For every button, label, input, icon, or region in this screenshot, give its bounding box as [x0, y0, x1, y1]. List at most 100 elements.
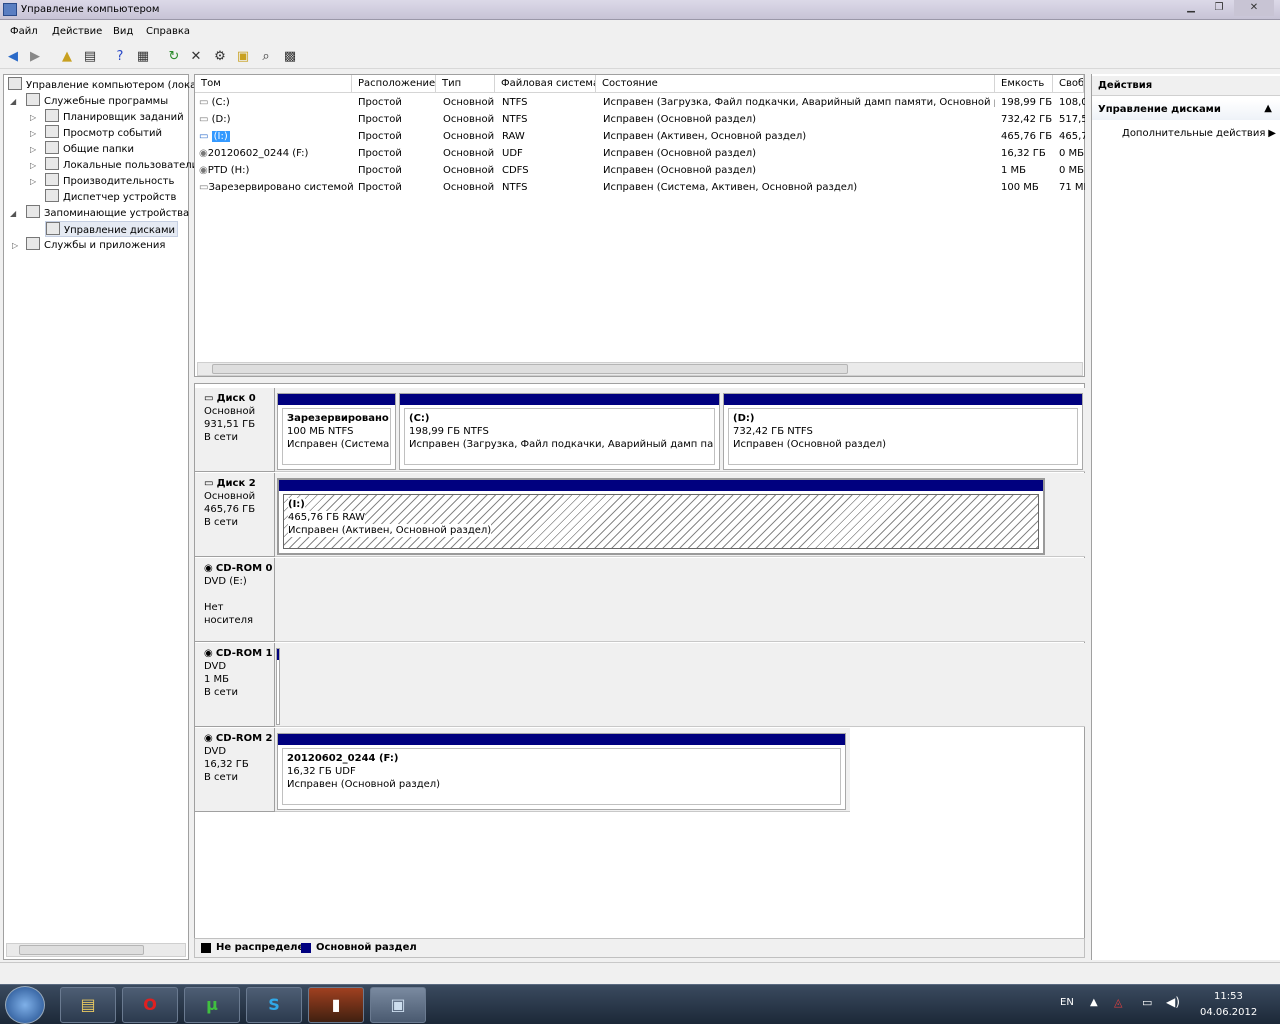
menu-file[interactable]: Файл	[10, 26, 38, 37]
taskbar-opera-icon[interactable]: O	[122, 987, 178, 1023]
clock-time[interactable]: 11:53	[1214, 991, 1243, 1002]
cdrom-1-label[interactable]: ◉ CD-ROM 1 DVD 1 МБ В сети	[195, 643, 275, 727]
column-header-type[interactable]: Тип	[436, 75, 495, 93]
tray-expand-icon[interactable]: ▲	[1090, 997, 1098, 1008]
delete-icon[interactable]: ✕	[187, 48, 205, 66]
partition-h[interactable]	[276, 648, 280, 725]
toolbar: ◀ ▶ ▲ ▤ ? ▦ ↻ ✕ ⚙ ▣ ⌕ ▩	[0, 45, 1280, 69]
hard-disk-icon: ▭	[204, 478, 214, 489]
tree-storage[interactable]: Запоминающие устройства	[26, 205, 189, 221]
taskbar-computer-management-icon[interactable]: ▣	[370, 987, 426, 1023]
column-header-volume[interactable]: Том	[195, 75, 352, 93]
minimize-button[interactable]: ▁	[1178, 0, 1204, 16]
expand-arrow-icon[interactable]: ▷	[30, 129, 36, 138]
partition-c[interactable]: (C:) 198,99 ГБ NTFS Исправен (Загрузка, …	[399, 393, 720, 470]
up-folder-icon[interactable]: ▲	[58, 48, 76, 66]
menu-help[interactable]: Справка	[146, 26, 190, 37]
app-icon	[3, 3, 17, 16]
tree-local-users[interactable]: Локальные пользователи	[45, 157, 198, 173]
close-button[interactable]: ✕	[1234, 0, 1274, 16]
tray-app-icon[interactable]: ◬	[1114, 996, 1122, 1009]
expand-arrow-icon[interactable]: ▷	[30, 161, 36, 170]
partition-reserved[interactable]: Зарезервировано сист 100 МБ NTFS Исправе…	[277, 393, 396, 470]
back-icon[interactable]: ◀	[4, 48, 22, 66]
taskbar-skype-icon[interactable]: S	[246, 987, 302, 1023]
tree-device-manager[interactable]: Диспетчер устройств	[45, 189, 176, 205]
tree-performance[interactable]: Производительность	[45, 173, 174, 189]
properties-icon[interactable]: ▦	[134, 48, 152, 66]
tree-utilities[interactable]: Служебные программы	[26, 93, 168, 109]
column-header-filesystem[interactable]: Файловая система	[495, 75, 596, 93]
clock-icon	[45, 109, 59, 122]
optical-drive-icon: ◉	[204, 648, 213, 659]
computer-icon	[8, 77, 22, 90]
optical-drive-icon: ◉	[204, 563, 213, 574]
tools-icon	[26, 93, 40, 106]
optical-drive-icon: ◉	[204, 733, 213, 744]
taskbar: ▤ O µ S ▮ ▣ EN ▲ ◬ ▭ ◀) 11:53 04.06.2012	[0, 984, 1280, 1024]
more-actions-link[interactable]: Дополнительные действия ▶	[1122, 128, 1276, 139]
tree-horizontal-scrollbar[interactable]	[6, 943, 186, 957]
cdrom-0-label[interactable]: ◉ CD-ROM 0 DVD (E:) Нет носителя	[195, 558, 275, 642]
expand-arrow-icon[interactable]: ▷	[12, 241, 18, 250]
shared-folder-icon	[45, 141, 59, 154]
expand-arrow-icon[interactable]: ◢	[10, 209, 16, 218]
scroll-thumb[interactable]	[19, 945, 144, 955]
window-title: Управление компьютером	[21, 4, 160, 15]
volume-list-horizontal-scrollbar[interactable]	[197, 362, 1083, 376]
expand-arrow-icon[interactable]: ◢	[10, 97, 16, 106]
taskbar-utorrent-icon[interactable]: µ	[184, 987, 240, 1023]
tree-event-viewer[interactable]: Просмотр событий	[45, 125, 162, 141]
disk-graphic-view: ▭ Диск 0 Основной 931,51 ГБ В сети Зарез…	[194, 383, 1085, 941]
language-indicator[interactable]: EN	[1060, 997, 1074, 1008]
collapse-icon[interactable]: ▲	[1264, 103, 1272, 114]
drive-icon: ▭	[199, 114, 212, 125]
legend-unallocated-swatch	[201, 943, 211, 953]
scroll-thumb[interactable]	[212, 364, 848, 374]
settings-icon[interactable]: ⚙	[211, 48, 229, 66]
menu-view[interactable]: Вид	[113, 26, 133, 37]
show-tree-icon[interactable]: ▤	[81, 48, 99, 66]
device-manager-icon	[45, 189, 59, 202]
tree-shared-folders[interactable]: Общие папки	[45, 141, 134, 157]
partition-d[interactable]: (D:) 732,42 ГБ NTFS Исправен (Основной р…	[723, 393, 1083, 470]
expand-arrow-icon[interactable]: ▷	[30, 113, 36, 122]
column-header-capacity[interactable]: Емкость	[995, 75, 1053, 93]
refresh-icon[interactable]: ↻	[165, 48, 183, 66]
menu-action[interactable]: Действие	[52, 26, 102, 37]
tree-task-scheduler[interactable]: Планировщик заданий	[45, 109, 184, 125]
partition-i[interactable]: (I:) 465,76 ГБ RAW Исправен (Активен, Ос…	[277, 478, 1045, 555]
maximize-button[interactable]: ❐	[1206, 0, 1232, 16]
legend-primary-label: Основной раздел	[316, 942, 417, 953]
disk-0-label[interactable]: ▭ Диск 0 Основной 931,51 ГБ В сети	[195, 388, 275, 472]
forward-icon[interactable]: ▶	[26, 48, 44, 66]
cdrom-2-label[interactable]: ◉ CD-ROM 2 DVD 16,32 ГБ В сети	[195, 728, 275, 812]
disk-2-label[interactable]: ▭ Диск 2 Основной 465,76 ГБ В сети	[195, 473, 275, 557]
status-bar	[0, 962, 1280, 984]
actions-section[interactable]: Управление дисками ▲	[1092, 100, 1280, 120]
clock-date[interactable]: 04.06.2012	[1200, 1007, 1257, 1018]
expand-arrow-icon[interactable]: ▷	[30, 177, 36, 186]
volume-icon[interactable]: ◀)	[1166, 995, 1180, 1009]
column-header-free[interactable]: Своб	[1053, 75, 1084, 93]
users-icon	[45, 157, 59, 170]
column-header-layout[interactable]: Расположение	[352, 75, 436, 93]
help-icon[interactable]: ?	[111, 48, 129, 66]
disk-settings-icon[interactable]: ▩	[281, 48, 299, 66]
taskbar-explorer-icon[interactable]: ▤	[60, 987, 116, 1023]
drive-icon: ▭	[199, 131, 212, 142]
partition-f[interactable]: 20120602_0244 (F:) 16,32 ГБ UDF Исправен…	[277, 733, 846, 810]
tree-root[interactable]: Управление компьютером (локал	[8, 77, 203, 93]
search-icon[interactable]: ⌕	[257, 48, 275, 66]
start-button[interactable]	[5, 986, 45, 1024]
open-folder-icon[interactable]: ▣	[234, 48, 252, 66]
column-header-status[interactable]: Состояние	[596, 75, 995, 93]
network-icon[interactable]: ▭	[1142, 996, 1152, 1009]
event-viewer-icon	[45, 125, 59, 138]
tree-disk-management[interactable]: Управление дисками	[45, 221, 179, 237]
tree-services[interactable]: Службы и приложения	[26, 237, 165, 253]
actions-pane: Действия Управление дисками ▲ Дополнител…	[1091, 74, 1280, 960]
taskbar-game-icon[interactable]: ▮	[308, 987, 364, 1023]
expand-arrow-icon[interactable]: ▷	[30, 145, 36, 154]
disk-icon	[46, 222, 60, 235]
